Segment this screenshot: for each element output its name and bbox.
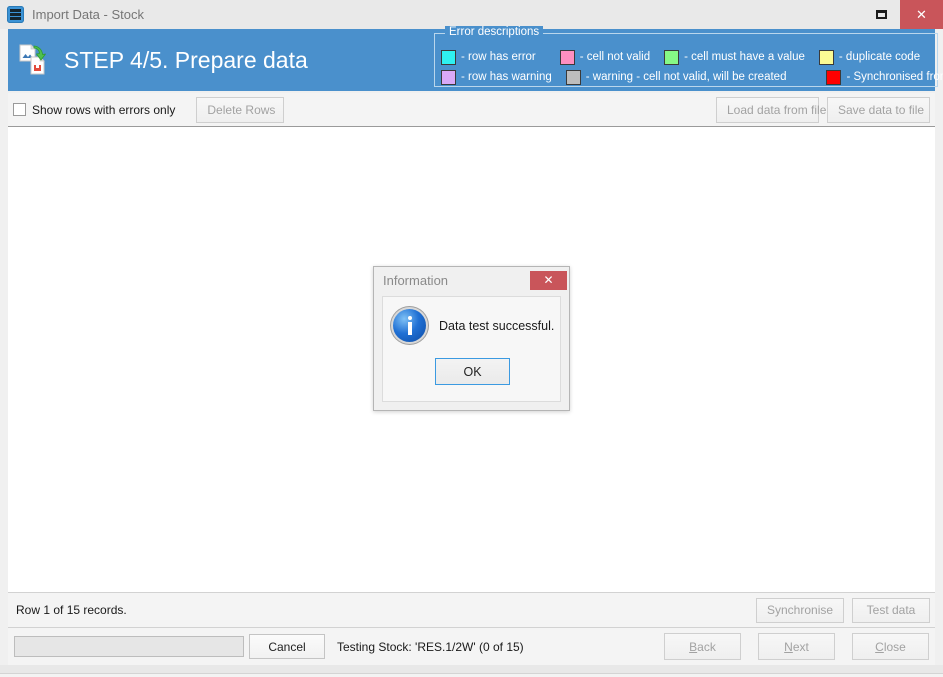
next-button[interactable]: Next (758, 633, 835, 660)
wizard-nav-buttons: Back Next Close (664, 633, 929, 660)
window-title-bar: Import Data - Stock ✕ (0, 0, 943, 29)
wizard-footer: Cancel Testing Stock: 'RES.1/2W' (0 of 1… (8, 627, 935, 665)
close-button[interactable]: Close (852, 633, 929, 660)
next-mnemonic: N (784, 639, 793, 654)
restore-icon (875, 10, 887, 19)
page-title: STEP 4/5. Prepare data (64, 46, 308, 73)
legend-item-synchronised-from-jim2: - Synchronised from Jim2 (826, 69, 943, 85)
dialog-message-row: Data test successful. (383, 297, 560, 342)
restore-window-button[interactable] (862, 0, 900, 29)
dialog-ok-button[interactable]: OK (435, 358, 510, 385)
legend-label-cell-not-valid: - cell not valid (579, 51, 651, 63)
show-errors-only-label: Show rows with errors only (32, 102, 176, 117)
record-status-bar: Row 1 of 15 records. Synchronise Test da… (8, 592, 935, 627)
legend-label-cell-must-have-value: - cell must have a value (684, 51, 805, 63)
dialog-title-bar: Information ✕ (374, 267, 569, 293)
show-errors-only-checkbox[interactable]: Show rows with errors only (13, 103, 175, 117)
error-descriptions-group: Error descriptions - row has error - cel… (434, 26, 943, 88)
close-mnemonic: C (875, 639, 884, 654)
legend-item-duplicate-code: - duplicate code (818, 49, 921, 65)
legend-label-warning-cell-not-valid: - warning - cell not valid, will be crea… (585, 71, 787, 83)
legend-item-warning-cell-not-valid: - warning - cell not valid, will be crea… (565, 69, 787, 85)
close-window-button[interactable]: ✕ (900, 0, 943, 29)
dialog-message: Data test successful. (439, 318, 555, 333)
test-data-button[interactable]: Test data (852, 597, 930, 623)
legend-item-row-has-error: - row has error (441, 49, 536, 65)
dialog-title: Information (383, 272, 449, 288)
legend-item-cell-must-have-value: - cell must have a value (664, 49, 805, 65)
import-documents-icon (18, 43, 52, 77)
legend-item-row-has-warning: - row has warning (441, 69, 552, 85)
swatch-row-has-warning (441, 69, 456, 85)
toolbar-right-group: Load data from file Save data to file (716, 96, 930, 123)
window-title: Import Data - Stock (32, 7, 144, 22)
error-descriptions-title: Error descriptions (445, 26, 544, 38)
swatch-warning-cell-not-valid (565, 69, 581, 85)
synchronise-button[interactable]: Synchronise (756, 597, 844, 623)
legend-label-row-has-error: - row has error (461, 51, 536, 63)
next-label-rest: ext (792, 639, 809, 654)
information-dialog: Information ✕ Data test successful. OK (373, 266, 570, 411)
cancel-button[interactable]: Cancel (249, 634, 325, 659)
back-mnemonic: B (689, 639, 698, 654)
swatch-cell-must-have-value (664, 49, 680, 65)
step-header-banner: STEP 4/5. Prepare data Error description… (8, 26, 943, 91)
legend-item-cell-not-valid: - cell not valid (559, 49, 651, 65)
checkbox-box[interactable] (13, 103, 26, 116)
app-logo-icon (7, 6, 24, 23)
load-data-from-file-button[interactable]: Load data from file (716, 96, 826, 123)
legend-row-top: - row has error - cell not valid - cell … (441, 48, 933, 66)
legend-label-synchronised-from-jim2: - Synchronised from Jim2 (846, 71, 943, 83)
window-controls: ✕ (862, 0, 943, 29)
legend-label-row-has-warning: - row has warning (461, 71, 552, 83)
swatch-duplicate-code (818, 49, 834, 65)
dialog-close-button[interactable]: ✕ (530, 270, 567, 290)
delete-rows-button[interactable]: Delete Rows (196, 96, 285, 123)
taskbar-edge (0, 673, 943, 677)
error-descriptions-list: - row has error - cell not valid - cell … (441, 48, 943, 88)
swatch-row-has-error (441, 49, 456, 65)
swatch-synchronised-from-jim2 (826, 69, 842, 85)
record-bar-actions: Synchronise Test data (756, 597, 930, 623)
legend-row-bottom: - row has warning - warning - cell not v… (441, 68, 943, 86)
info-icon (393, 309, 426, 342)
dialog-body: Data test successful. OK (382, 296, 561, 402)
legend-label-duplicate-code: - duplicate code (838, 51, 921, 63)
close-label-rest: lose (883, 639, 906, 654)
progress-status-label: Testing Stock: 'RES.1/2W' (0 of 15) (337, 639, 524, 654)
data-toolbar: Show rows with errors only Delete Rows L… (8, 93, 935, 126)
record-count-label: Row 1 of 15 records. (16, 603, 127, 617)
progress-bar (14, 636, 244, 657)
swatch-cell-not-valid (559, 49, 575, 65)
back-button[interactable]: Back (664, 633, 741, 660)
back-label-rest: ack (697, 639, 716, 654)
save-data-to-file-button[interactable]: Save data to file (827, 96, 930, 123)
